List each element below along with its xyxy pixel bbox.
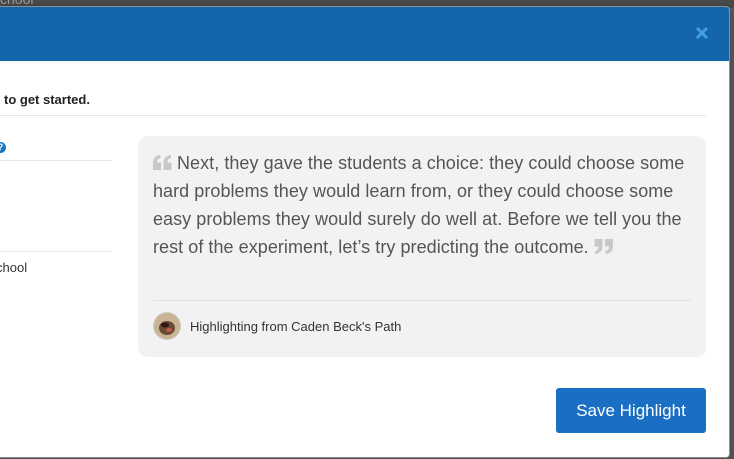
quote-paragraph: Next, they gave the students a choice: t… bbox=[153, 149, 691, 261]
highlight-quote-card: Next, they gave the students a choice: t… bbox=[138, 136, 706, 357]
save-highlight-modal: to get started. ? chool Next, they gave … bbox=[0, 6, 730, 458]
modal-header bbox=[0, 7, 729, 61]
divider bbox=[0, 115, 706, 116]
divider bbox=[0, 251, 112, 252]
divider bbox=[153, 300, 691, 301]
help-icon[interactable]: ? bbox=[0, 142, 6, 153]
divider bbox=[0, 160, 112, 161]
highlight-attribution: Highlighting from Caden Beck's Path bbox=[153, 311, 401, 341]
avatar bbox=[153, 312, 181, 340]
close-quote-icon bbox=[594, 239, 613, 254]
instruction-text: to get started. bbox=[4, 92, 90, 107]
close-icon[interactable] bbox=[694, 25, 710, 41]
open-quote-icon bbox=[153, 155, 172, 170]
save-highlight-button[interactable]: Save Highlight bbox=[556, 388, 706, 433]
attribution-text: Highlighting from Caden Beck's Path bbox=[190, 318, 402, 334]
school-partial-text: chool bbox=[0, 260, 28, 275]
